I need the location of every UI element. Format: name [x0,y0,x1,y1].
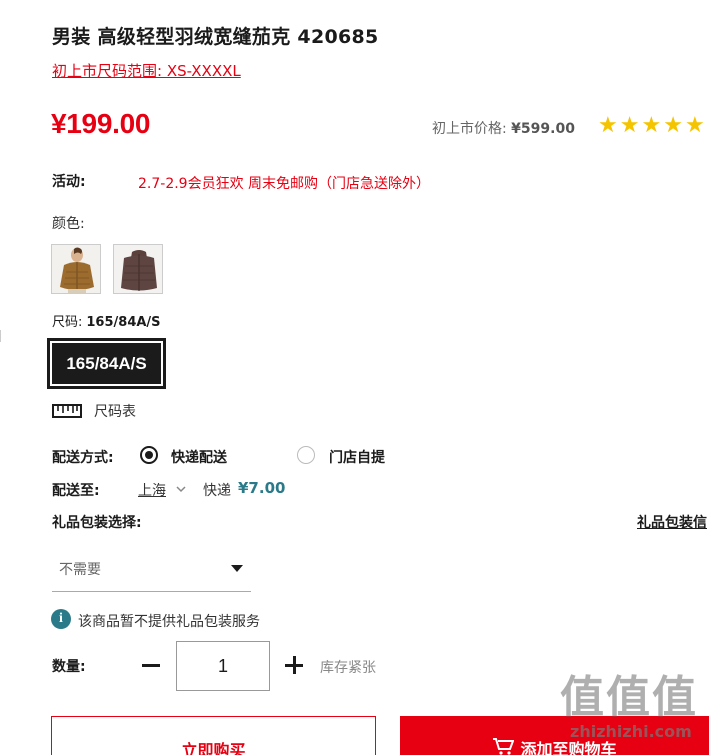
chevron-down-icon[interactable] [175,484,187,494]
watermark-logo-text: 值值值 [560,672,698,723]
city-selector[interactable]: 上海 [138,480,166,500]
color-swatch-dark-brown[interactable] [113,244,163,294]
shipping-method-label: 配送方式: [52,450,114,466]
buy-now-label: 立即购买 [181,741,246,755]
minus-icon[interactable] [142,664,160,667]
option-pickup-label[interactable]: 门店自提 [329,447,385,467]
plus-icon[interactable] [285,656,303,674]
ruler-icon [52,404,82,418]
site-watermark: 值值值 zhizhizhi.com [560,672,698,742]
destination-label: 配送至: [52,483,100,499]
original-price-value: ¥599.00 [511,121,575,137]
color-swatch-brown[interactable] [51,244,101,294]
ship-fee: ¥7.00 [238,479,286,497]
rating-stars[interactable]: ★★★★★ [598,113,707,138]
stock-status: 库存紧张 [320,660,376,676]
product-title: 男装 高级轻型羽绒宽缝茄克 420685 [52,26,379,48]
original-price-label: 初上市价格: [432,121,507,137]
gift-wrap-notice: 该商品暂不提供礼品包装服务 [78,614,260,630]
current-price: ¥199.00 [51,108,151,139]
watermark-url: zhizhizhi.com [570,722,692,741]
promo-text: 2.7-2.9会员狂欢 周末免邮购（门店急送除外） [138,176,431,192]
size-option-button[interactable]: 165/84A/S [47,338,166,389]
edge-divider [0,330,4,342]
cart-icon [493,738,515,755]
gift-wrap-select-value: 不需要 [59,562,101,578]
caret-down-icon [231,565,243,572]
star-icon: ★ [663,113,683,138]
size-chart-label: 尺码表 [94,404,136,420]
brown-jacket-model-image [52,245,100,293]
radio-express[interactable] [140,446,158,464]
size-chart-link[interactable]: 尺码表 [52,401,136,421]
star-icon: ★ [598,113,618,138]
gift-wrap-label: 礼品包装选择: [52,515,142,531]
ship-method-text: 快递 [203,483,231,499]
size-label: 尺码: 165/84A/S [52,311,161,330]
quantity-input[interactable]: 1 [176,641,270,691]
size-selected-value: 165/84A/S [86,315,161,330]
gift-wrap-select[interactable]: 不需要 [52,548,251,592]
color-label: 颜色: [52,216,85,232]
original-price: 初上市价格: ¥599.00 [432,118,575,138]
promo-label: 活动: [52,174,86,190]
quantity-label: 数量: [52,659,86,675]
dark-brown-jacket-image [114,245,162,293]
option-express-label[interactable]: 快递配送 [171,447,227,467]
buy-now-button[interactable]: 立即购买 [51,716,376,755]
info-icon: i [51,609,71,629]
star-icon: ★ [684,113,705,138]
size-range-link[interactable]: 初上市尺码范围: XS-XXXXL [52,60,241,81]
size-label-text: 尺码: [52,315,83,330]
gift-wrap-info-link[interactable]: 礼品包装信 [637,512,707,532]
radio-pickup[interactable] [297,446,315,464]
star-icon: ★ [641,113,662,138]
star-icon: ★ [619,113,640,138]
